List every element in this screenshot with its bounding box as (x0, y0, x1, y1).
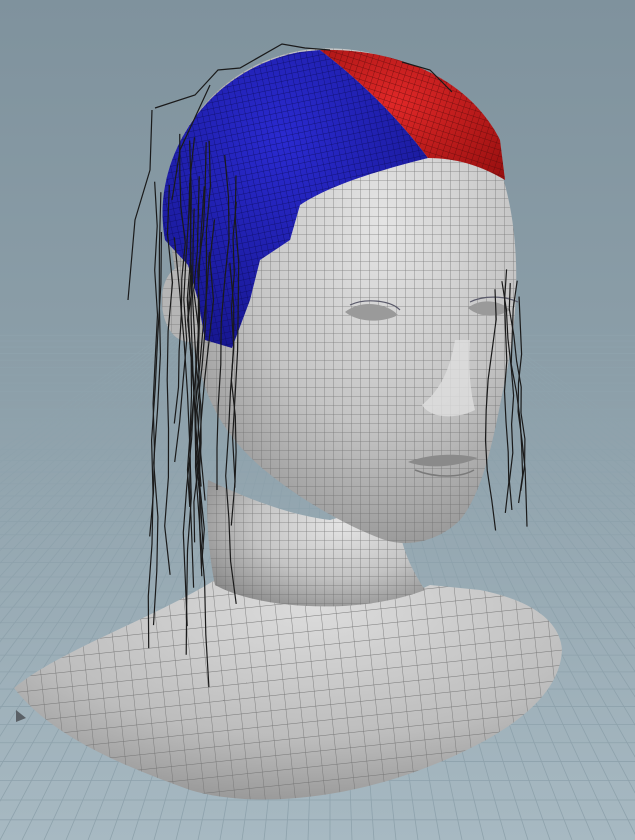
3d-viewport[interactable] (0, 0, 635, 840)
scene-render[interactable] (0, 0, 635, 840)
